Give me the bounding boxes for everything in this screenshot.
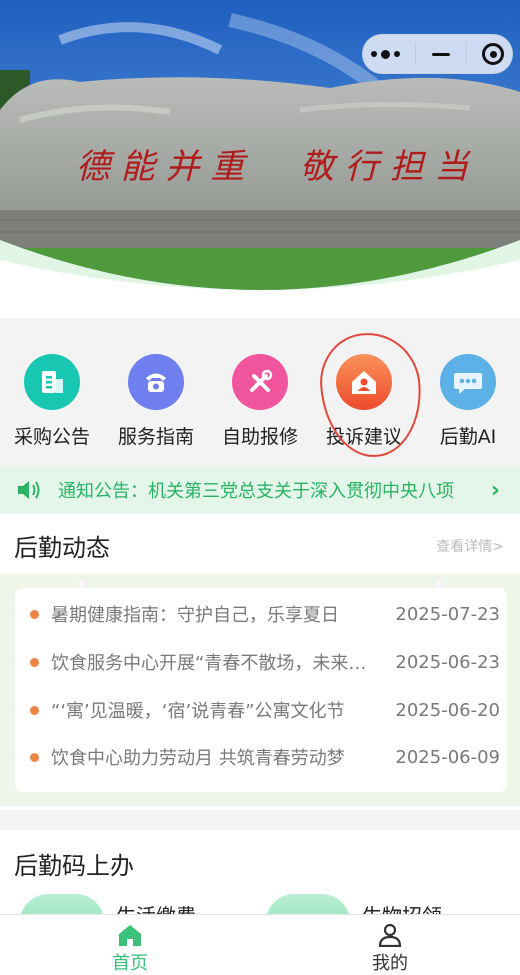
svg-text:敬 行 担 当: 敬 行 担 当 xyxy=(300,147,471,187)
news-date: 2025-06-23 xyxy=(395,651,500,673)
news-title: “‘寓’见温暖，‘宿’说青春”公寓文化节 xyxy=(51,701,345,722)
menu-label: 服务指南 xyxy=(117,426,194,448)
news-item[interactable]: 饮食服务中心开展“青春不散场，未来可期” 2025-06-23 xyxy=(15,639,507,685)
menu-item-procurement[interactable]: 采购公告 xyxy=(0,340,104,460)
close-target-icon[interactable] xyxy=(482,43,505,65)
mini-program-capsule xyxy=(362,34,513,74)
menu-item-complaint[interactable]: 投诉建议 xyxy=(312,340,416,460)
menu-label: 采购公告 xyxy=(13,426,90,448)
news-item[interactable]: “‘寓’见温暖，‘宿’说青春”公寓文化节 2025-06-20 xyxy=(15,687,507,733)
menu-item-self-repair[interactable]: 自助报修 xyxy=(208,340,312,460)
capsule-divider xyxy=(465,43,467,65)
menu-label: 自助报修 xyxy=(221,426,298,448)
app-page: 德 能 并 重 敬 行 担 当 采购公告 服务指南 自助报修 投诉建议 后勤AI… xyxy=(0,0,520,975)
tab-bar: 首页 我的 xyxy=(0,914,520,975)
tab-mine[interactable]: 我的 xyxy=(260,915,520,975)
house-user-icon xyxy=(336,354,392,410)
tab-label: 我的 xyxy=(372,953,408,974)
news-date: 2025-06-09 xyxy=(395,746,500,768)
carousel-indicator[interactable] xyxy=(226,299,244,303)
quick-menu: 采购公告 服务指南 自助报修 投诉建议 后勤AI xyxy=(0,340,520,460)
section-title: 后勤动态 xyxy=(14,534,110,562)
menu-item-ai[interactable]: 后勤AI xyxy=(416,340,520,460)
chevron-right-icon[interactable]: › xyxy=(491,478,500,503)
news-date: 2025-07-23 xyxy=(395,603,500,625)
svg-text:德 能 并 重: 德 能 并 重 xyxy=(76,147,248,187)
bullet-dot xyxy=(30,705,39,715)
view-more-link[interactable]: 查看详情> xyxy=(436,536,504,556)
news-item[interactable]: 饮食中心助力劳动月 共筑青春劳动梦 2025-06-09 xyxy=(15,734,507,780)
building-icon xyxy=(24,354,80,410)
news-title: 暑期健康指南：守护自己，乐享夏日 xyxy=(51,605,339,626)
home-icon xyxy=(119,925,141,946)
section-title: 后勤码上办 xyxy=(14,852,134,880)
news-section: 后勤动态 查看详情> 暑期健康指南：守护自己，乐享夏日 2025-07-23 饮… xyxy=(0,514,520,810)
menu-label: 后勤AI xyxy=(439,426,497,448)
tab-label: 首页 xyxy=(112,953,148,974)
speaker-icon xyxy=(18,481,40,499)
tab-home[interactable]: 首页 xyxy=(0,915,260,975)
phone-icon xyxy=(128,354,184,410)
tools-icon xyxy=(232,354,288,410)
news-title: 饮食服务中心开展“青春不散场，未来可期” xyxy=(51,653,381,674)
minimize-icon[interactable] xyxy=(431,52,450,56)
bullet-dot xyxy=(30,752,39,762)
menu-label: 投诉建议 xyxy=(325,426,402,448)
news-card: 暑期健康指南：守护自己，乐享夏日 2025-07-23 饮食服务中心开展“青春不… xyxy=(15,588,507,792)
notice-text[interactable]: 通知公告：机关第三党总支关于深入贯彻中央八项 xyxy=(58,477,473,503)
news-panel: 暑期健康指南：守护自己，乐享夏日 2025-07-23 饮食服务中心开展“青春不… xyxy=(0,574,520,806)
chat-bubble-icon xyxy=(440,354,496,410)
menu-item-service-guide[interactable]: 服务指南 xyxy=(104,340,208,460)
bullet-dot xyxy=(30,609,39,619)
bullet-dot xyxy=(30,657,39,667)
news-title: 饮食中心助力劳动月 共筑青春劳动梦 xyxy=(51,748,345,769)
news-date: 2025-06-20 xyxy=(395,699,500,721)
news-item[interactable]: 暑期健康指南：守护自己，乐享夏日 2025-07-23 xyxy=(15,591,507,637)
capsule-divider xyxy=(415,43,417,65)
notice-bar[interactable]: 通知公告：机关第三党总支关于深入贯彻中央八项 › xyxy=(0,466,520,514)
user-icon xyxy=(378,923,402,947)
more-dots-icon[interactable] xyxy=(370,49,400,59)
banner-carousel[interactable]: 德 能 并 重 敬 行 担 当 xyxy=(0,0,520,318)
